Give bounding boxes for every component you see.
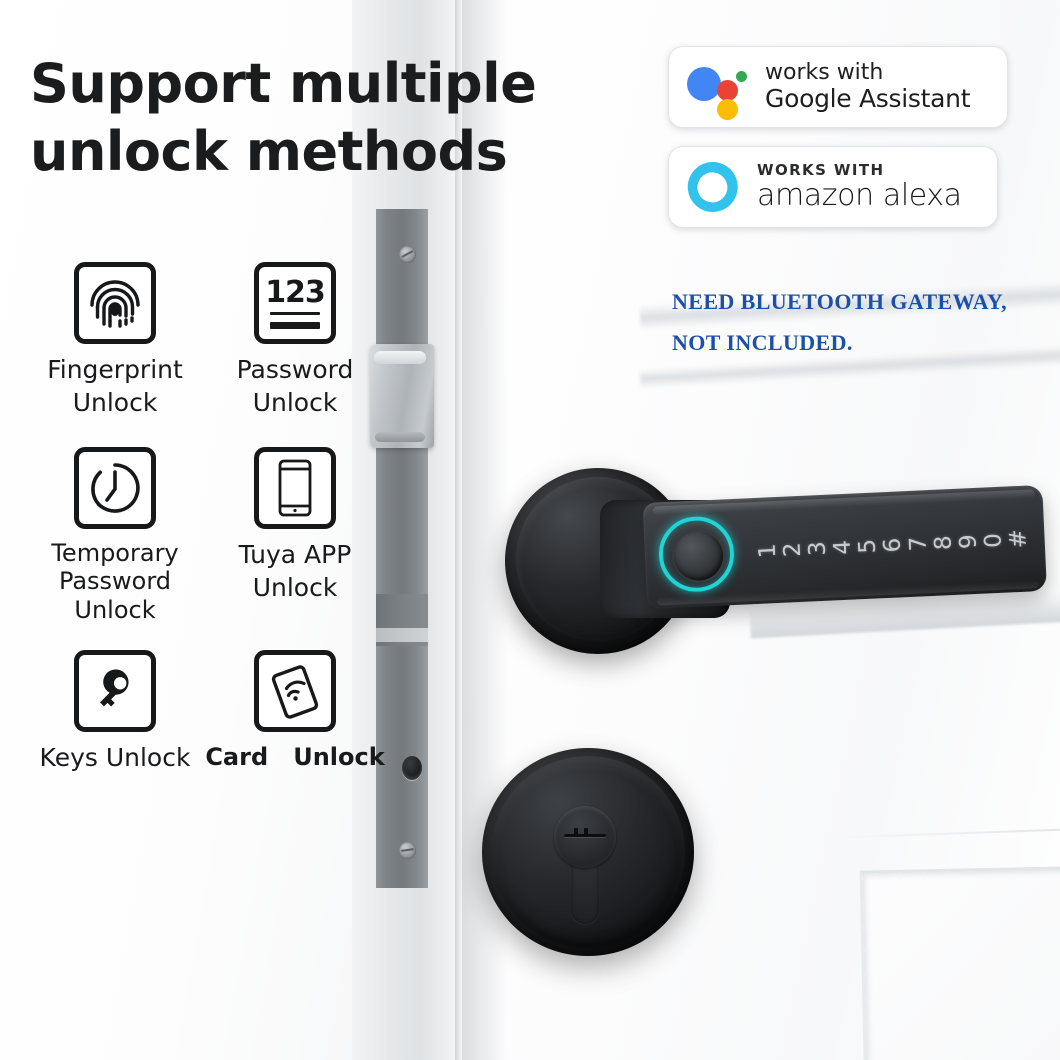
headline-line-1: Support multiple	[30, 52, 537, 115]
feature-tuya-app-unlock: Tuya APP Unlock	[208, 447, 382, 624]
keypad[interactable]: 1 2 3 4 5 6 7 8 9 0 #	[754, 486, 1033, 604]
keypad-key[interactable]: 9	[955, 533, 982, 549]
icon-digits: 123	[265, 274, 326, 310]
door-panel-inset	[859, 865, 1060, 1060]
icon-rule-thick	[270, 321, 320, 329]
feature-label: Temporary Password Unlock	[51, 539, 178, 624]
smart-lever-handle[interactable]: 1 2 3 4 5 6 7 8 9 0 #	[642, 484, 1047, 609]
rfid-card-icon	[254, 649, 336, 732]
keypad-key[interactable]: 3	[805, 540, 832, 556]
label-line-1: Card Unlock	[205, 742, 385, 771]
numeric-123-icon: 123	[254, 262, 336, 344]
faceplate-gap	[376, 628, 428, 642]
label-line-1: Keys Unlock	[39, 742, 191, 772]
label-line-1: Tuya APP	[238, 540, 352, 569]
label-line-2: Password	[58, 567, 172, 596]
feature-temporary-password-unlock: Temporary Password Unlock	[22, 447, 208, 624]
keypad-key[interactable]: 0	[980, 532, 1007, 548]
label-line-2: Unlock	[252, 572, 338, 602]
badge-text: works with Google Assistant	[765, 59, 971, 114]
euro-cylinder-keyhole[interactable]	[554, 806, 616, 924]
faceplate-screw-top	[399, 246, 416, 263]
icon-rule-thin	[270, 311, 320, 315]
google-dot-green	[736, 71, 747, 82]
feature-row: Keys Unlock Card Unlock	[22, 649, 385, 775]
label-line-1: Temporary	[51, 539, 179, 567]
keypad-key[interactable]: 7	[905, 536, 932, 552]
fingerprint-sensor[interactable]	[672, 530, 725, 582]
keyhole-pin	[574, 828, 578, 837]
badge-google-assistant: works with Google Assistant	[668, 46, 1008, 128]
badge-amazon-alexa: WORKS WITH amazon alexa	[668, 146, 998, 228]
feature-password-unlock: 123 Password Unlock	[208, 262, 382, 419]
keypad-key[interactable]: 8	[930, 535, 957, 551]
keypad-key[interactable]: #	[1005, 529, 1032, 549]
deadbolt-escutcheon[interactable]	[482, 748, 694, 956]
badge-line-1: works with	[765, 59, 884, 85]
keypad-key[interactable]: 4	[830, 539, 857, 555]
keypad-key[interactable]: 5	[855, 538, 882, 554]
note-line-1: NEED BLUETOOTH GATEWAY,	[672, 289, 1008, 314]
smartphone-icon	[254, 447, 336, 529]
feature-label: Card Unlock	[205, 742, 384, 773]
google-dot-red	[717, 80, 738, 101]
alexa-icon	[685, 158, 743, 216]
badge-line-1: WORKS WITH	[757, 161, 885, 180]
cylinder-circle	[554, 806, 616, 868]
feature-fingerprint-unlock: Fingerprint Unlock	[22, 262, 208, 419]
google-dot-blue	[687, 67, 721, 101]
feature-row: Fingerprint Unlock 123 Password Unlock	[22, 262, 382, 419]
badge-text: WORKS WITH amazon alexa	[757, 162, 962, 212]
label-line-1: Password	[236, 355, 354, 384]
badge-line-2: amazon alexa	[757, 177, 962, 213]
feature-label: Fingerprint Unlock	[47, 354, 183, 419]
label-line-1: Fingerprint	[47, 355, 183, 384]
feature-card-unlock: Card Unlock	[205, 649, 385, 775]
badge-line-2: Google Assistant	[765, 84, 971, 114]
keypad-key[interactable]: 6	[880, 537, 907, 553]
google-assistant-icon	[687, 62, 749, 120]
fingerprint-sensor-ring[interactable]	[657, 515, 736, 594]
fingerprint-icon	[74, 262, 156, 344]
clock-icon	[74, 447, 156, 529]
mortise-faceplate	[376, 209, 428, 888]
label-line-2: Unlock	[72, 387, 158, 417]
feature-row: Temporary Password Unlock Tuya APP Unloc…	[22, 447, 382, 624]
feature-keys-unlock: Keys Unlock	[22, 649, 208, 775]
label-line-3: Unlock	[74, 595, 156, 624]
label-line-2: Unlock	[252, 387, 338, 417]
feature-label: Tuya APP Unlock	[239, 539, 352, 604]
key-icon	[74, 649, 156, 732]
keyhole-pin	[584, 828, 588, 837]
google-dot-yellow	[717, 99, 738, 120]
page-title: Support multiple unlock methods	[30, 50, 590, 185]
keypad-key[interactable]: 1	[755, 543, 782, 559]
note-line-2: NOT INCLUDED.	[672, 329, 853, 355]
unlock-methods-grid: Fingerprint Unlock 123 Password Unlock T…	[22, 262, 385, 775]
product-marketing-image: 1 2 3 4 5 6 7 8 9 0 # Support multiple u…	[0, 0, 1060, 1060]
headline-line-2: unlock methods	[30, 119, 508, 183]
faceplate-spindle-hole	[402, 756, 422, 780]
gateway-note: NEED BLUETOOTH GATEWAY, NOT INCLUDED.	[672, 282, 1052, 363]
feature-label: Keys Unlock	[40, 742, 191, 775]
faceplate-screw-bottom	[399, 842, 416, 859]
keypad-key[interactable]: 2	[780, 541, 807, 557]
feature-label: Password Unlock	[237, 354, 354, 419]
